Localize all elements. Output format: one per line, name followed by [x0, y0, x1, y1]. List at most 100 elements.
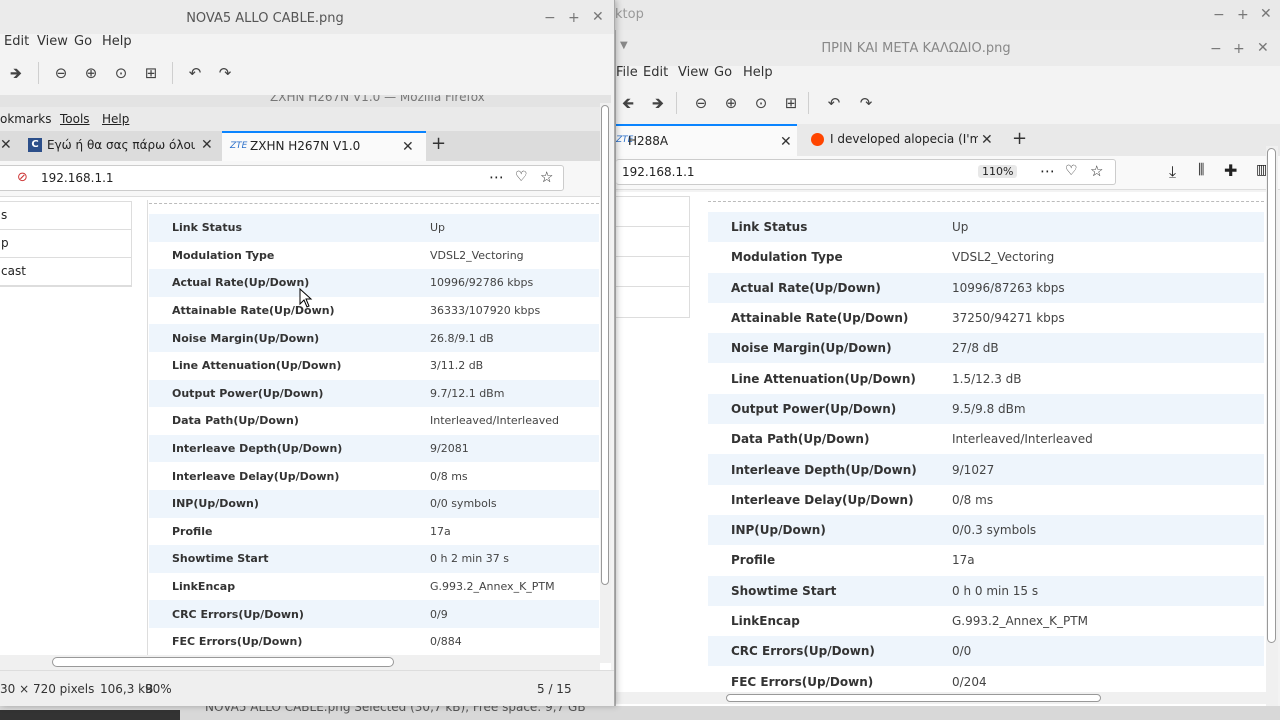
- table-row: Data Path(Up/Down) Interleaved/Interleave…: [149, 407, 599, 435]
- close-tab-icon[interactable]: ✕: [201, 137, 213, 153]
- table-row: Interleave Depth(Up/Down) 9/1027: [708, 454, 1264, 485]
- horizontal-scroll-thumb[interactable]: [52, 657, 394, 667]
- left-titlebar: NOVA5 ALLO CABLE.png − + ✕: [0, 0, 614, 34]
- pocket-icon[interactable]: ♡: [1065, 163, 1078, 179]
- next-icon[interactable]: 🡺: [648, 95, 668, 111]
- tab-label: ZXHN H267N V1.0: [250, 139, 361, 153]
- zoom-fit-icon[interactable]: ⊞: [141, 65, 161, 81]
- stat-label: Link Status: [149, 214, 407, 242]
- zoom-in-icon[interactable]: ⊕: [721, 95, 741, 111]
- table-row: LinkEncap G.993.2_Annex_K_PTM: [708, 606, 1264, 636]
- zoom-normal-icon[interactable]: ⊙: [751, 95, 771, 111]
- vertical-scroll-thumb[interactable]: [601, 105, 609, 585]
- stat-label: Data Path(Up/Down): [731, 432, 870, 447]
- menu-edit[interactable]: Edit: [4, 34, 29, 49]
- sidebar-row[interactable]: [616, 257, 689, 287]
- new-tab-icon[interactable]: +: [1012, 128, 1027, 149]
- horizontal-scrollbar[interactable]: [0, 655, 600, 670]
- sidebar-row[interactable]: [616, 227, 689, 257]
- menu-file[interactable]: File: [616, 65, 638, 80]
- tab-greek[interactable]: C Εγώ ή θα σας πάρω όλους μα ✕: [22, 131, 218, 161]
- table-row: Link Status Up: [708, 212, 1264, 243]
- table-row: Modulation Type VDSL2_Vectoring: [708, 242, 1264, 272]
- zoom-in-icon[interactable]: ⊕: [81, 65, 101, 81]
- ff-menu-help[interactable]: Help: [102, 112, 129, 126]
- rotate-right-icon[interactable]: ↷: [215, 65, 235, 81]
- download-icon[interactable]: ⤓: [1169, 162, 1176, 182]
- stat-value: 17a: [952, 553, 975, 568]
- extension-icon[interactable]: ✚: [1224, 161, 1237, 180]
- stat-label: Attainable Rate(Up/Down): [731, 311, 909, 326]
- stat-label: Interleave Delay(Up/Down): [172, 469, 340, 483]
- table-row: Attainable Rate(Up/Down) 36333/107920 kbp…: [149, 297, 599, 325]
- library-icon[interactable]: ⫼: [1198, 162, 1204, 178]
- tab-zxhn[interactable]: ZTE ZXHN H267N V1.0 ✕: [222, 131, 426, 161]
- menu-help[interactable]: Help: [102, 34, 132, 49]
- rotate-right-icon[interactable]: ↷: [856, 95, 876, 111]
- rotate-left-icon[interactable]: ↶: [824, 95, 844, 111]
- ff-menu-bookmarks[interactable]: okmarks: [0, 112, 51, 126]
- close-icon[interactable]: ✕: [1260, 7, 1272, 21]
- page-actions-icon[interactable]: ⋯: [489, 168, 504, 186]
- maximize-icon[interactable]: +: [1233, 42, 1245, 56]
- sidebar-item[interactable]: cast: [0, 258, 131, 286]
- close-icon[interactable]: ✕: [592, 10, 604, 24]
- close-tab-icon[interactable]: ✕: [0, 137, 12, 153]
- maximize-icon[interactable]: +: [1237, 8, 1249, 22]
- close-tab-icon[interactable]: ✕: [402, 139, 414, 155]
- tab-partial[interactable]: ✕: [0, 131, 13, 161]
- previous-icon[interactable]: 🡸: [618, 95, 638, 111]
- zoom-badge[interactable]: 110%: [978, 165, 1018, 178]
- zoom-out-icon[interactable]: ⊖: [51, 65, 71, 81]
- close-tab-icon[interactable]: ✕: [981, 132, 993, 148]
- vertical-scrollbar[interactable]: [600, 103, 611, 663]
- stat-label: Data Path(Up/Down): [172, 414, 299, 428]
- router-sidebar: [616, 196, 690, 318]
- close-icon[interactable]: ✕: [1257, 41, 1269, 55]
- pocket-icon[interactable]: ♡: [515, 169, 528, 185]
- next-icon[interactable]: 🡺: [6, 65, 26, 81]
- address-bar[interactable]: ⊘ 192.168.1.1 ⋯ ♡ ☆: [0, 165, 564, 191]
- taskbar-active-item[interactable]: [0, 710, 180, 720]
- maximize-icon[interactable]: +: [568, 11, 580, 25]
- ff-menu-tools[interactable]: Tools: [60, 112, 90, 126]
- rotate-left-icon[interactable]: ↶: [185, 65, 205, 81]
- stat-value: 9/1027: [929, 454, 1264, 485]
- tab-label: H288A: [628, 134, 669, 148]
- menu-go[interactable]: Go: [714, 65, 732, 80]
- menu-view[interactable]: View: [37, 34, 68, 49]
- minimize-icon[interactable]: −: [544, 11, 556, 25]
- stat-value: 17a: [430, 524, 451, 538]
- stat-label: Noise Margin(Up/Down): [149, 324, 407, 352]
- desktop-window-title: ktop: [615, 7, 644, 22]
- bookmark-star-icon[interactable]: ☆: [1090, 162, 1103, 180]
- zoom-fit-icon[interactable]: ⊞: [781, 95, 801, 111]
- stat-value: 9/2081: [407, 434, 599, 463]
- zoom-out-icon[interactable]: ⊖: [691, 95, 711, 111]
- menu-view[interactable]: View: [678, 65, 709, 80]
- minimize-icon[interactable]: −: [1213, 8, 1225, 22]
- stat-label: Line Attenuation(Up/Down): [172, 359, 342, 373]
- tab-h288a[interactable]: ZTE H288A ✕: [616, 124, 797, 156]
- menu-edit[interactable]: Edit: [643, 65, 668, 80]
- vertical-scrollbar[interactable]: [1266, 146, 1278, 711]
- page-actions-icon[interactable]: ⋯: [1040, 162, 1055, 180]
- stat-value: 0 h 2 min 37 s: [407, 545, 599, 573]
- zoom-normal-icon[interactable]: ⊙: [111, 65, 131, 81]
- address-bar[interactable]: 192.168.1.1 110% ⋯ ♡ ☆: [616, 159, 1116, 185]
- close-tab-icon[interactable]: ✕: [780, 134, 792, 150]
- new-tab-icon[interactable]: +: [431, 133, 446, 154]
- horizontal-scrollbar[interactable]: [616, 692, 1266, 704]
- bookmark-star-icon[interactable]: ☆: [540, 168, 553, 186]
- table-row: CRC Errors(Up/Down) 0/0: [708, 636, 1264, 667]
- sidebar-item[interactable]: s: [0, 202, 131, 230]
- vertical-scroll-thumb[interactable]: [1267, 148, 1276, 643]
- tab-reddit[interactable]: I developed alopecia (I'm bal ✕: [805, 124, 997, 156]
- horizontal-scroll-thumb[interactable]: [726, 694, 1101, 702]
- minimize-icon[interactable]: −: [1210, 42, 1222, 56]
- stat-value: VDSL2_Vectoring: [430, 248, 524, 262]
- sidebar-row[interactable]: [616, 197, 689, 227]
- menu-go[interactable]: Go: [74, 34, 92, 49]
- sidebar-item[interactable]: p: [0, 230, 131, 258]
- menu-help[interactable]: Help: [743, 65, 773, 80]
